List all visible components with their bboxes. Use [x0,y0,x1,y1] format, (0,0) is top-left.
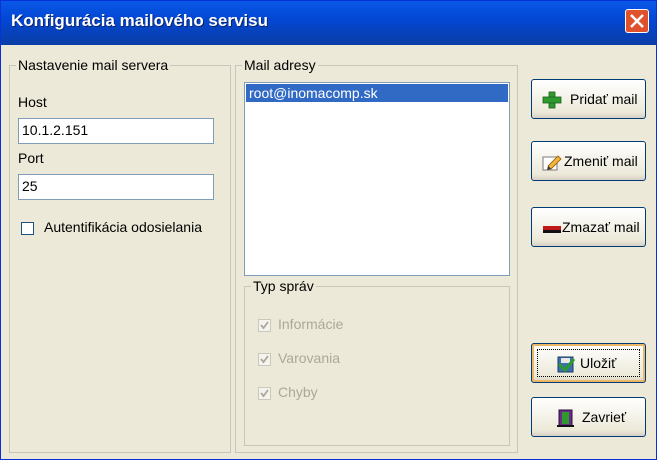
port-input[interactable]: 25 [18,174,214,200]
varovania-checkbox[interactable] [258,353,271,366]
checkmark-icon [260,389,269,398]
close-window-button[interactable] [625,9,649,33]
close-button[interactable]: Zavrieť [531,397,646,437]
door-exit-icon [557,409,574,427]
port-label: Port [18,150,44,166]
checkmark-icon [260,321,269,330]
chyby-label: Chyby [278,384,318,400]
chyby-checkbox[interactable] [258,387,271,400]
config-dialog: Konfigurácia mailového servisu Nastaveni… [0,0,657,460]
minus-icon [543,226,561,233]
add-mail-label: Pridať mail [570,91,638,107]
add-mail-button[interactable]: Pridať mail [531,79,646,119]
window-title: Konfigurácia mailového servisu [11,11,268,30]
mail-address-list[interactable]: root@inomacomp.sk [244,82,510,276]
auth-checkbox[interactable] [21,222,34,235]
mail-server-group-label: Nastavenie mail servera [16,57,171,73]
informacie-checkbox[interactable] [258,319,271,332]
delete-mail-button[interactable]: Zmazať mail [531,207,646,247]
save-icon [557,356,576,373]
plus-icon [542,91,562,109]
delete-mail-label: Zmazať mail [562,219,640,235]
pencil-icon [542,155,562,171]
mail-addresses-group: Mail adresy root@inomacomp.sk Typ správ … [235,57,518,453]
host-label: Host [18,94,47,110]
mail-server-group: Nastavenie mail servera Host 10.1.2.151 … [9,57,231,453]
auth-checkbox-label[interactable]: Autentifikácia odosielania [44,219,202,235]
host-input[interactable]: 10.1.2.151 [18,118,214,144]
close-label: Zavrieť [582,409,627,425]
mail-addresses-group-label: Mail adresy [242,57,318,73]
save-button[interactable]: Uložiť [531,343,646,383]
varovania-label: Varovania [278,350,341,366]
edit-mail-button[interactable]: Zmeniť mail [531,141,646,181]
message-types-group-label: Typ správ [251,278,316,294]
informacie-label: Informácie [278,316,344,332]
save-label: Uložiť [580,355,617,371]
title-bar[interactable]: Konfigurácia mailového servisu [1,1,656,45]
dialog-body: Nastavenie mail servera Host 10.1.2.151 … [5,51,653,457]
list-item[interactable]: root@inomacomp.sk [246,84,508,102]
checkmark-icon [260,355,269,364]
close-icon [630,14,644,28]
edit-mail-label: Zmeniť mail [564,153,638,169]
message-types-group: Typ správ Informácie Varovania Chyby [244,278,510,446]
